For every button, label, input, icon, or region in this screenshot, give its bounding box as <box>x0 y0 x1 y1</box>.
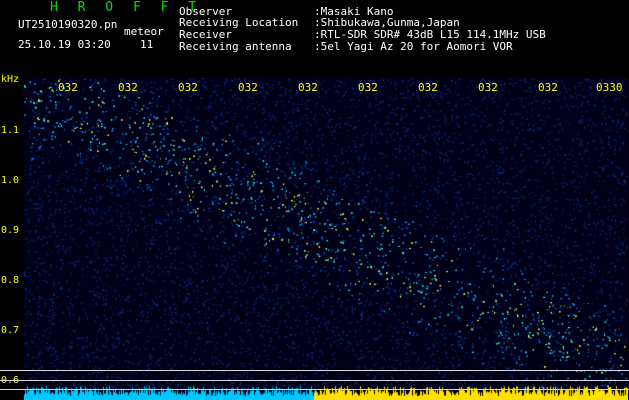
y-tick-label: 0.9 <box>1 225 20 236</box>
x-tick-label: 032 <box>58 81 78 94</box>
x-tick-label: 032 <box>118 81 138 94</box>
y-tick-label: 0.6 <box>1 375 19 387</box>
x-tick-label: 032 <box>178 81 198 94</box>
type-label: meteor <box>124 25 164 38</box>
datetime-label: 25.10.19 03:20 <box>18 38 111 51</box>
y-tick-label: 1.0 <box>1 175 20 186</box>
x-tick-label: 032 <box>478 81 498 94</box>
y-tick-label: 1.1 <box>1 125 20 136</box>
filename-label: UT2510190320.pn <box>18 18 118 31</box>
reference-line <box>0 380 629 381</box>
count-label: 11 <box>140 38 154 51</box>
spectrogram-canvas <box>24 78 628 400</box>
y-tick-label: 0.7 <box>1 325 20 336</box>
x-tick-label: 0330 <box>596 81 623 94</box>
x-tick-label: 032 <box>538 81 558 94</box>
reference-line <box>0 389 629 390</box>
x-tick-label: 032 <box>238 81 258 94</box>
axis-unit-label: kHz <box>1 74 20 85</box>
reference-line <box>0 370 629 371</box>
info-value-antenna: :5el Yagi Az 20 for Aomori VOR <box>314 40 513 53</box>
x-tick-label: 032 <box>418 81 438 94</box>
x-tick-label: 032 <box>298 81 318 94</box>
y-tick-label: 0.8 <box>1 275 20 286</box>
x-tick-label: 032 <box>358 81 378 94</box>
info-key-antenna: Receiving antenna <box>179 40 292 53</box>
spectrogram-plot <box>24 78 628 400</box>
